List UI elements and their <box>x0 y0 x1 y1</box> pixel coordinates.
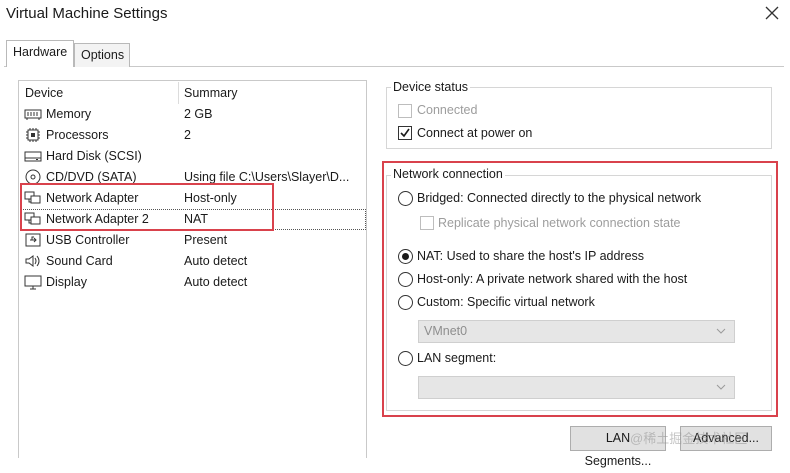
device-name: CD/DVD (SATA) <box>46 170 137 184</box>
device-summary: 2 <box>184 128 364 142</box>
display-icon <box>24 274 42 290</box>
watermark: @稀土掘金技术社区 <box>630 428 747 447</box>
device-summary: 2 GB <box>184 107 364 121</box>
device-status-title: Device status <box>391 80 470 94</box>
device-name: USB Controller <box>46 233 129 247</box>
close-icon <box>762 3 782 23</box>
device-name: Display <box>46 275 87 289</box>
device-summary: Auto detect <box>184 275 364 289</box>
column-header-separator <box>178 82 179 104</box>
speaker-icon <box>24 253 42 269</box>
device-name: Sound Card <box>46 254 113 268</box>
device-name: Memory <box>46 107 91 121</box>
column-header-summary[interactable]: Summary <box>184 86 237 100</box>
tab-options[interactable]: Options <box>74 43 130 67</box>
device-row-processors[interactable]: Processors 2 <box>20 125 366 146</box>
connect-at-power-on-checkbox[interactable] <box>398 126 412 140</box>
connected-checkbox[interactable] <box>398 104 412 118</box>
device-name: Hard Disk (SCSI) <box>46 149 142 163</box>
device-name: Processors <box>46 128 109 142</box>
close-button[interactable] <box>762 3 782 23</box>
device-row-hard-disk[interactable]: Hard Disk (SCSI) <box>20 146 366 167</box>
device-row-display[interactable]: Display Auto detect <box>20 272 366 293</box>
device-summary: Auto detect <box>184 254 364 268</box>
connected-label: Connected <box>417 103 477 117</box>
connect-at-power-on-label: Connect at power on <box>417 126 532 140</box>
device-row-memory[interactable]: Memory 2 GB <box>20 104 366 125</box>
device-summary: Present <box>184 233 364 247</box>
tab-hardware[interactable]: Hardware <box>6 40 74 67</box>
device-row-sound-card[interactable]: Sound Card Auto detect <box>20 251 366 272</box>
device-summary: Using file C:\Users\Slayer\D... <box>184 170 364 184</box>
memory-icon <box>24 106 42 122</box>
hard-disk-icon <box>24 148 42 164</box>
checkmark-icon <box>399 127 411 139</box>
highlight-box-network-connection <box>382 161 778 417</box>
processor-icon <box>24 127 42 143</box>
column-header-device[interactable]: Device <box>25 86 63 100</box>
highlight-box-network-adapters <box>20 183 274 231</box>
device-row-usb-controller[interactable]: USB Controller Present <box>20 230 366 251</box>
usb-icon <box>24 232 42 248</box>
window-title: Virtual Machine Settings <box>6 5 167 22</box>
